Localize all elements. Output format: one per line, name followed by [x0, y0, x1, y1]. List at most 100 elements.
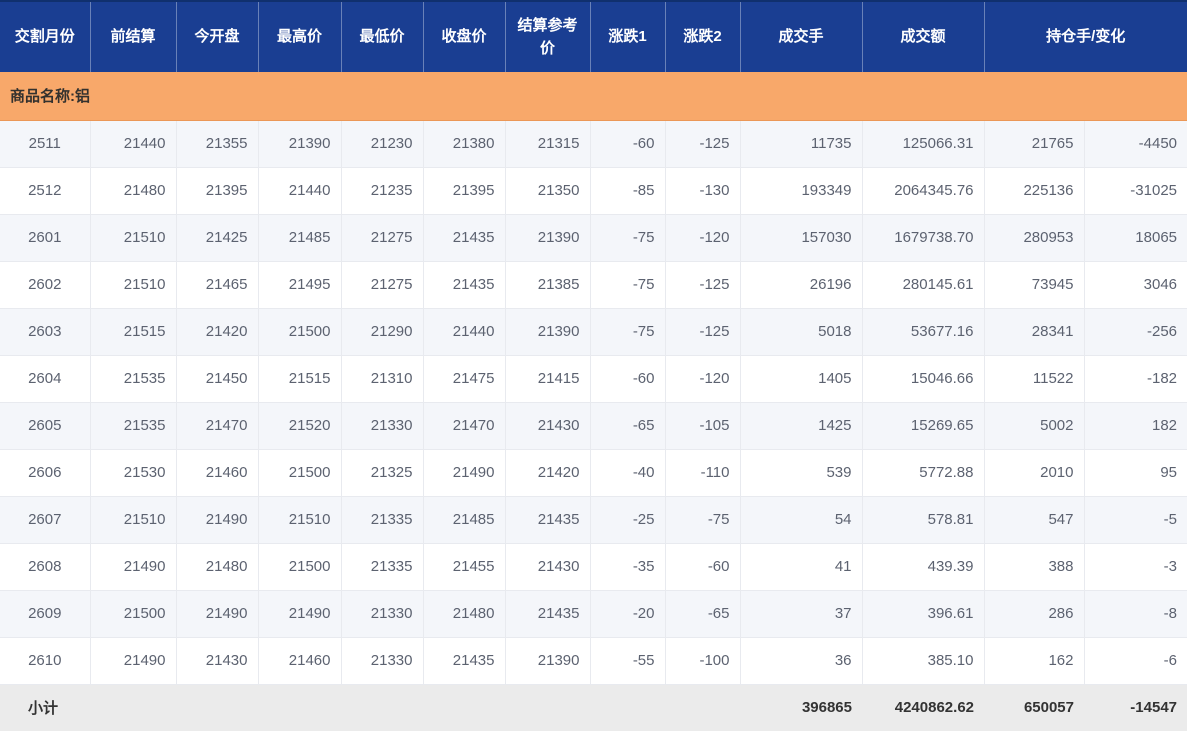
cell-value: -182	[1084, 355, 1187, 403]
cell-value: 11735	[740, 120, 863, 168]
cell-delivery-month: 2602	[0, 261, 91, 309]
cell-value: 21315	[505, 120, 591, 168]
cell-value: 388	[984, 543, 1085, 591]
cell-value: 21460	[258, 637, 342, 685]
cell-value: 21515	[90, 308, 177, 356]
cell-value: 396.61	[862, 590, 985, 638]
cell-value: -5	[1084, 496, 1187, 544]
cell-value: 21275	[341, 261, 424, 309]
cell-value: 21230	[341, 120, 424, 168]
col-delivery-month: 交割月份	[0, 0, 91, 72]
cell-value: 21450	[176, 355, 259, 403]
cell-delivery-month: 2603	[0, 308, 91, 356]
cell-value: -75	[590, 308, 666, 356]
commodity-name-label: 商品名称:铝	[0, 72, 1187, 121]
cell-value: -130	[665, 167, 741, 215]
subtotal-spacer	[90, 683, 740, 731]
cell-value: 11522	[984, 355, 1085, 403]
cell-value: 21420	[505, 449, 591, 497]
cell-value: 21460	[176, 449, 259, 497]
cell-value: -256	[1084, 308, 1187, 356]
cell-value: 21470	[176, 402, 259, 450]
cell-value: 21535	[90, 355, 177, 403]
cell-value: -8	[1084, 590, 1187, 638]
cell-value: -55	[590, 637, 666, 685]
cell-value: 21435	[505, 496, 591, 544]
cell-value: 21480	[90, 167, 177, 215]
cell-value: 21380	[423, 120, 506, 168]
header-row: 交割月份 前结算 今开盘 最高价 最低价 收盘价 结算参考价 涨跌1 涨跌2 成…	[0, 0, 1187, 72]
cell-value: 21435	[505, 590, 591, 638]
cell-value: 21470	[423, 402, 506, 450]
cell-value: 21390	[505, 637, 591, 685]
cell-value: 21330	[341, 590, 424, 638]
cell-value: 21765	[984, 120, 1085, 168]
col-change2: 涨跌2	[665, 0, 741, 72]
cell-value: -100	[665, 637, 741, 685]
cell-delivery-month: 2604	[0, 355, 91, 403]
cell-value: -75	[590, 261, 666, 309]
cell-value: 547	[984, 496, 1085, 544]
col-volume: 成交手	[740, 0, 863, 72]
cell-value: 21435	[423, 637, 506, 685]
table-row: 2512 21480 21395 21440 21235 21395 21350 -85 -13…	[0, 167, 1187, 215]
subtotal-turnover: 4240862.62	[862, 683, 984, 731]
cell-value: 21425	[176, 214, 259, 262]
cell-value: 95	[1084, 449, 1187, 497]
cell-value: 21275	[341, 214, 424, 262]
cell-delivery-month: 2512	[0, 167, 91, 215]
col-change1: 涨跌1	[590, 0, 666, 72]
table-body: 2511 21440 21355 21390 21230 21380 21315 -60 -12…	[0, 120, 1187, 685]
cell-value: -125	[665, 308, 741, 356]
cell-value: 21530	[90, 449, 177, 497]
table-row: 2606 21530 21460 21500 21325 21490 21420 -40 -11…	[0, 449, 1187, 497]
cell-value: 21490	[90, 637, 177, 685]
col-settlement-ref: 结算参考价	[505, 0, 591, 72]
cell-value: 21510	[90, 261, 177, 309]
cell-value: 21485	[258, 214, 342, 262]
cell-value: 21385	[505, 261, 591, 309]
cell-value: -65	[590, 402, 666, 450]
subtotal-label: 小计	[0, 683, 90, 731]
cell-value: 21520	[258, 402, 342, 450]
cell-value: -6	[1084, 637, 1187, 685]
cell-value: 21510	[258, 496, 342, 544]
cell-value: 21235	[341, 167, 424, 215]
cell-value: 21430	[505, 402, 591, 450]
cell-value: 21485	[423, 496, 506, 544]
subtotal-row: 小计 396865 4240862.62 650057 -14547	[0, 683, 1187, 731]
cell-value: -3	[1084, 543, 1187, 591]
cell-value: -31025	[1084, 167, 1187, 215]
cell-value: 21490	[423, 449, 506, 497]
cell-value: 21440	[423, 308, 506, 356]
commodity-group-row: 商品名称:铝	[0, 72, 1187, 121]
cell-value: 193349	[740, 167, 863, 215]
table-row: 2604 21535 21450 21515 21310 21475 21415 -60 -12…	[0, 355, 1187, 403]
cell-value: 21465	[176, 261, 259, 309]
cell-value: -105	[665, 402, 741, 450]
table-row: 2608 21490 21480 21500 21335 21455 21430 -35 -60…	[0, 543, 1187, 591]
cell-value: 5018	[740, 308, 863, 356]
cell-delivery-month: 2606	[0, 449, 91, 497]
cell-value: 21475	[423, 355, 506, 403]
cell-value: 21440	[90, 120, 177, 168]
subtotal-volume: 396865	[740, 683, 862, 731]
cell-delivery-month: 2601	[0, 214, 91, 262]
table-row: 2603 21515 21420 21500 21290 21440 21390 -75 -12…	[0, 308, 1187, 356]
cell-value: 21355	[176, 120, 259, 168]
cell-value: 157030	[740, 214, 863, 262]
cell-value: 21430	[505, 543, 591, 591]
cell-value: 2010	[984, 449, 1085, 497]
cell-value: 37	[740, 590, 863, 638]
cell-value: 21515	[258, 355, 342, 403]
cell-value: 21435	[423, 261, 506, 309]
futures-quotes-table: 交割月份 前结算 今开盘 最高价 最低价 收盘价 结算参考价 涨跌1 涨跌2 成…	[0, 0, 1187, 731]
cell-value: 26196	[740, 261, 863, 309]
cell-value: 15046.66	[862, 355, 985, 403]
cell-value: 280145.61	[862, 261, 985, 309]
cell-value: -65	[665, 590, 741, 638]
cell-value: 125066.31	[862, 120, 985, 168]
cell-value: -120	[665, 355, 741, 403]
cell-value: -120	[665, 214, 741, 262]
cell-value: 578.81	[862, 496, 985, 544]
